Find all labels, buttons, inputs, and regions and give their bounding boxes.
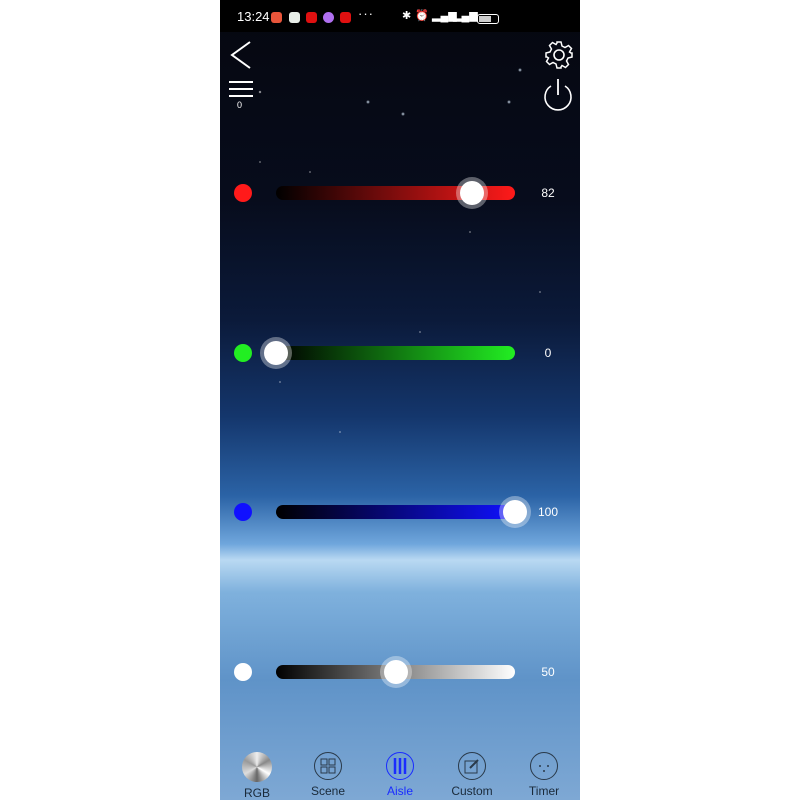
white-value: 50 bbox=[541, 665, 555, 679]
status-bar: 13:24 ··· ✱ ⏰ ▂▄▆ ▂▄▆ bbox=[220, 0, 580, 32]
messenger-icon bbox=[323, 12, 334, 23]
more-notifications: ··· bbox=[358, 6, 374, 21]
bluetooth-icon: ✱ bbox=[402, 10, 412, 22]
menu-badge: 0 bbox=[237, 100, 243, 110]
color-dot-white bbox=[234, 663, 252, 681]
slider-row-blue: 100 bbox=[220, 497, 580, 527]
starfield-background bbox=[220, 32, 580, 500]
color-dot-blue bbox=[234, 503, 252, 521]
notification-app-icon bbox=[289, 12, 300, 23]
white-slider[interactable] bbox=[276, 660, 515, 684]
signal-icon: ▂▄▆ bbox=[453, 10, 478, 22]
notification-app-icon bbox=[271, 12, 282, 23]
youtube-icon bbox=[306, 12, 317, 23]
bottom-nav: RGB Scene Aisle Custom Timer bbox=[220, 748, 580, 800]
youtube-icon bbox=[340, 12, 351, 23]
grid-icon bbox=[314, 752, 342, 780]
green-slider[interactable] bbox=[264, 341, 515, 365]
tab-aisle[interactable]: Aisle bbox=[370, 752, 430, 798]
phone-screen: 13:24 ··· ✱ ⏰ ▂▄▆ ▂▄▆ 0 82 0 100 50 RGB S… bbox=[220, 0, 580, 800]
green-value: 0 bbox=[544, 346, 552, 360]
slider-thumb[interactable] bbox=[503, 500, 527, 524]
tab-label: Timer bbox=[528, 784, 560, 798]
settings-icon[interactable] bbox=[544, 40, 574, 70]
slider-row-red: 82 bbox=[220, 178, 580, 208]
menu-icon[interactable] bbox=[228, 80, 254, 100]
tab-label: Scene bbox=[310, 784, 346, 798]
slider-thumb[interactable] bbox=[383, 660, 408, 684]
tab-label: Custom bbox=[451, 784, 493, 798]
tab-scene[interactable]: Scene bbox=[298, 752, 358, 798]
red-value: 82 bbox=[541, 186, 555, 200]
tab-rgb[interactable]: RGB bbox=[227, 752, 287, 800]
red-slider[interactable] bbox=[276, 181, 515, 205]
blue-slider[interactable] bbox=[276, 500, 527, 524]
slider-row-green: 0 bbox=[220, 338, 580, 368]
slider-thumb[interactable] bbox=[459, 181, 484, 205]
slider-row-white: 50 bbox=[220, 657, 580, 687]
rgb-disc-icon bbox=[242, 752, 272, 782]
slider-thumb[interactable] bbox=[264, 341, 288, 365]
color-dot-green bbox=[234, 344, 252, 362]
back-icon[interactable] bbox=[228, 40, 254, 70]
color-dot-red bbox=[234, 184, 252, 202]
timer-icon bbox=[530, 752, 558, 780]
status-time: 13:24 bbox=[237, 9, 270, 24]
blue-value: 100 bbox=[537, 505, 559, 519]
edit-icon bbox=[458, 752, 486, 780]
battery-icon bbox=[477, 14, 499, 24]
alarm-icon: ⏰ bbox=[415, 10, 429, 22]
tab-label: Aisle bbox=[386, 784, 413, 798]
tab-label: RGB bbox=[243, 786, 270, 800]
tab-timer[interactable]: Timer bbox=[514, 752, 574, 798]
sliders-icon bbox=[386, 752, 414, 780]
tab-custom[interactable]: Custom bbox=[442, 752, 502, 798]
power-icon[interactable] bbox=[542, 77, 574, 111]
